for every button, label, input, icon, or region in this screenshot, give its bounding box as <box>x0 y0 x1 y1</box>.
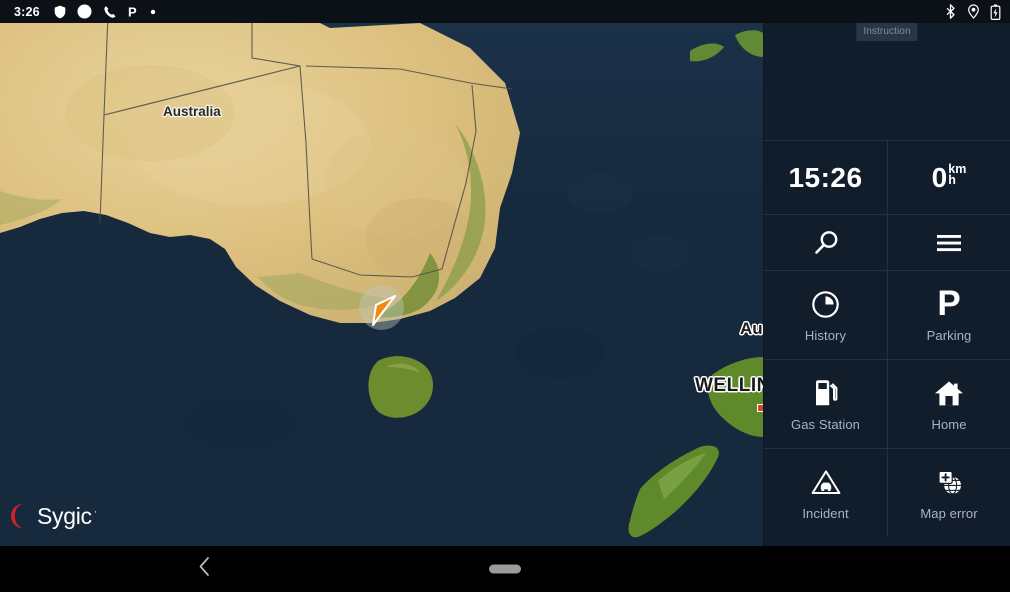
clock-cell: 15:26 <box>764 141 887 214</box>
status-bar-notification-icons: P <box>54 4 156 19</box>
shortcut-history-label: History <box>804 328 847 343</box>
home-icon-wrap <box>934 376 964 410</box>
shortcut-incident-label: Incident <box>802 506 849 521</box>
parking-p-icon: P <box>937 284 961 323</box>
status-bar-system-icons <box>944 4 1001 20</box>
fuel-icon-wrap <box>813 376 839 410</box>
status-row: 15:26 0 km h <box>764 140 1010 214</box>
parking-icon: P <box>128 5 137 19</box>
menu-button[interactable] <box>887 215 1010 270</box>
sygic-crescent-icon <box>10 503 27 529</box>
android-status-bar: 3:26 P <box>0 0 1010 23</box>
map-error-icon-wrap <box>934 465 964 499</box>
location-pin-icon <box>968 4 979 19</box>
speed-unit: km h <box>948 163 966 187</box>
map-canvas[interactable]: Australia Au WELLIN Sygic · <box>0 23 763 546</box>
nav-home-indicator[interactable] <box>489 564 521 574</box>
search-button[interactable] <box>764 215 887 270</box>
shortcut-row-2: Gas Station Home <box>764 359 1010 448</box>
search-icon <box>814 230 837 254</box>
map-label-australia: Australia <box>163 104 221 119</box>
instruction-placeholder-chip: Instruction <box>856 23 918 41</box>
shortcut-gas-station[interactable]: Gas Station <box>764 360 887 448</box>
hamburger-menu-icon <box>937 234 961 251</box>
shortcut-gas-station-label: Gas Station <box>790 417 861 432</box>
speed-value: 0 <box>931 161 948 193</box>
shortcut-history[interactable]: History <box>764 271 887 359</box>
shortcut-map-error-label: Map error <box>920 506 978 521</box>
speed-unit-denominator: h <box>948 173 956 187</box>
panel-clock-value: 15:26 <box>788 161 863 193</box>
svg-text:P: P <box>128 5 137 19</box>
house-icon <box>935 381 963 405</box>
direction-arrow-icon <box>372 295 396 326</box>
shortcut-incident[interactable]: Incident <box>764 449 887 537</box>
shortcut-row-3: Incident Map error <box>764 448 1010 537</box>
shortcut-row-1: History P Parking <box>764 270 1010 359</box>
map-label-wellington-partial: WELLIN <box>695 375 763 396</box>
bluetooth-icon <box>946 4 955 19</box>
battery-charging-icon <box>990 4 1001 20</box>
shortcut-map-error[interactable]: Map error <box>887 449 1010 537</box>
android-navigation-bar <box>0 546 1010 592</box>
sygic-logo: Sygic · <box>5 501 97 531</box>
speed-readout: 0 km h <box>932 162 967 194</box>
history-icon-wrap <box>812 287 839 321</box>
incident-icon-wrap <box>811 465 841 499</box>
shortcut-home-label: Home <box>931 417 967 432</box>
parking-icon-wrap: P <box>937 284 961 323</box>
sygic-trademark: · <box>93 506 98 518</box>
nav-back-button[interactable] <box>196 556 213 583</box>
speed-cell: 0 km h <box>887 141 1010 214</box>
warning-triangle-car-icon <box>811 469 840 494</box>
fuel-pump-icon <box>815 380 837 406</box>
clock-history-icon <box>812 290 839 318</box>
tools-row <box>764 214 1010 270</box>
shortcut-home[interactable]: Home <box>887 360 1010 448</box>
shortcut-parking[interactable]: P Parking <box>887 271 1010 359</box>
back-chevron-icon <box>199 557 209 576</box>
phone-icon <box>104 5 116 18</box>
shortcut-parking-label: Parking <box>926 328 972 343</box>
map-label-auckland-partial: Au <box>740 319 763 338</box>
navigation-side-panel: Instruction 15:26 0 km h History P Parki… <box>763 23 1010 546</box>
vehicle-position-marker[interactable] <box>359 285 404 330</box>
shield-icon <box>54 5 66 18</box>
instruction-zone: Instruction <box>764 23 1010 140</box>
globe-plus-icon <box>938 470 961 495</box>
status-bar-clock: 3:26 <box>14 4 40 19</box>
dot-icon <box>150 9 156 14</box>
sygic-wordmark: Sygic <box>37 502 92 529</box>
device-screen: 3:26 P Australia Au WELLI Sygic · Instru… <box>0 0 1010 592</box>
circle-icon <box>77 4 92 19</box>
